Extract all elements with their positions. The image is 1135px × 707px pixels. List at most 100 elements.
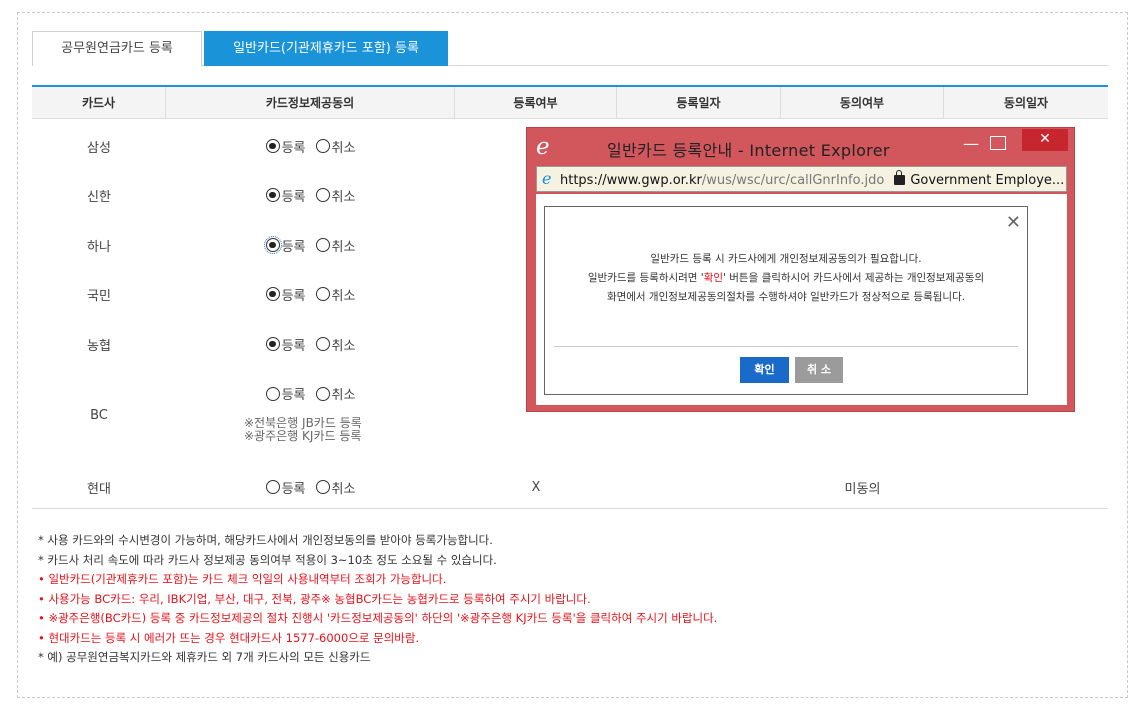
radio-register-label: 등록 (281, 388, 306, 403)
radio-register-circle[interactable] (265, 480, 280, 494)
card-name: 국민 (87, 288, 111, 304)
notice-dialog: ✕ 일반카드 등록 시 카드사에게 개인정보제공동의가 필요합니다. 일반카드를… (544, 206, 1028, 395)
radio-register-circle[interactable] (265, 188, 280, 202)
radio-cancel[interactable]: 취소 (315, 478, 356, 497)
radio-register[interactable]: 등록 (265, 335, 306, 354)
note-item: * 예) 공무원연금복지카드와 제휴카드 외 7개 카드사의 모든 신용카드 (38, 650, 371, 664)
col-info-consent: 카드정보제공동의 (166, 87, 455, 118)
notes-list: * 사용 카드와의 수시변경이 가능하며, 해당카드사에서 개인정보동의를 받아… (38, 531, 1098, 668)
card-name: 삼성 (87, 140, 111, 156)
radio-register-label: 등록 (281, 239, 306, 255)
radio-register[interactable]: 등록 (265, 285, 306, 304)
col-consent-date: 동의일자 (1003, 96, 1049, 110)
col-registered-date: 등록일자 (617, 87, 781, 118)
radio-register-circle[interactable] (265, 337, 280, 351)
radio-register[interactable]: 등록 (265, 186, 306, 205)
radio-register[interactable]: 등록 (263, 236, 306, 255)
maximize-icon[interactable] (990, 136, 1006, 150)
tab-general-card[interactable]: 일반카드(기관제휴카드 포함) 등록 (204, 31, 448, 66)
confirm-button[interactable]: 확인 (740, 357, 789, 383)
dialog-close-icon[interactable]: ✕ (1006, 212, 1021, 233)
card-name: 농협 (87, 338, 111, 354)
radio-cancel[interactable]: 취소 (315, 384, 356, 403)
tab-bar: 공무원연금카드 등록 일반카드(기관제휴카드 포함) 등록 (32, 31, 1108, 66)
radio-cancel-label: 취소 (331, 140, 356, 156)
lock-icon (894, 170, 906, 185)
card-name: BC (90, 407, 108, 423)
url-domain: https://www.gwp.or.kr (560, 173, 702, 188)
radio-register[interactable]: 등록 (265, 384, 306, 403)
radio-register-label: 등록 (281, 481, 306, 497)
ie-page-icon: e (542, 169, 552, 188)
tab-public-pension-card[interactable]: 공무원연금카드 등록 (32, 31, 202, 66)
dialog-message: 일반카드 등록 시 카드사에게 개인정보제공동의가 필요합니다. 일반카드를 등… (545, 250, 1027, 307)
radio-cancel[interactable]: 취소 (315, 236, 356, 255)
consent-status: 미동의 (844, 481, 881, 497)
consent-radios: 등록 취소 (166, 186, 455, 205)
radio-cancel-circle[interactable] (315, 337, 330, 351)
table-header: 카드사 카드정보제공동의 등록여부 등록일자 동의여부 동의일자 (32, 85, 1108, 119)
ie-titlebar[interactable]: e 일반카드 등록안내 - Internet Explorer — ✕ (527, 128, 1074, 166)
popup-content: ✕ 일반카드 등록 시 카드사에게 개인정보제공동의가 필요합니다. 일반카드를… (536, 194, 1067, 405)
radio-cancel-label: 취소 (331, 338, 356, 354)
radio-cancel-circle[interactable] (315, 386, 330, 401)
minimize-icon[interactable]: — (961, 136, 981, 154)
radio-cancel-circle[interactable] (315, 287, 330, 301)
table-row: 현대 등록 취소 X 미동의 (32, 475, 1108, 499)
col-card-company: 카드사 (32, 87, 166, 118)
note-item: • 일반카드(기관제휴카드 포함)는 카드 체크 익일의 사용내역부터 조회가 … (38, 572, 447, 586)
note-item: • 현대카드는 등록 시 에러가 뜨는 경우 현대카드사 1577-6000으로… (38, 630, 420, 645)
radio-cancel-label: 취소 (331, 481, 356, 497)
radio-register[interactable]: 등록 (265, 137, 306, 156)
radio-cancel[interactable]: 취소 (315, 335, 356, 354)
message-line-2: 일반카드를 등록하시려면 '확인' 버튼을 클릭하시어 카드사에서 제공하는 개… (545, 269, 1027, 288)
card-name: 신한 (87, 189, 111, 205)
radio-register-label: 등록 (281, 140, 306, 156)
table-bottom-divider (32, 508, 1108, 509)
ie-popup-window: e 일반카드 등록안내 - Internet Explorer — ✕ e htt… (526, 127, 1075, 412)
radio-cancel-label: 취소 (331, 388, 356, 403)
radio-cancel-circle[interactable] (315, 139, 330, 153)
ie-logo-icon: e (536, 134, 550, 160)
cancel-button[interactable]: 취 소 (795, 357, 843, 383)
dialog-divider (554, 346, 1018, 347)
radio-cancel-circle[interactable] (315, 480, 330, 494)
radio-cancel-label: 취소 (331, 239, 356, 255)
radio-cancel-circle[interactable] (315, 238, 330, 252)
note-item: * 카드사 처리 속도에 따라 카드사 정보제공 동의여부 적용이 3~10초 … (38, 552, 497, 567)
url-path: /wus/wsc/urc/callGnrInfo.jdo (701, 173, 885, 188)
radio-cancel[interactable]: 취소 (315, 137, 356, 156)
consent-radios: 등록 취소 (166, 478, 455, 497)
radio-cancel-circle[interactable] (315, 188, 330, 202)
bc-note: ※전북은행 JB카드 등록 ※광주은행 KJ카드 등록 (166, 417, 455, 443)
note-item: • 사용가능 BC카드: 우리, IBK기업, 부산, 대구, 전북, 광주※ … (38, 591, 591, 606)
radio-register-label: 등록 (281, 189, 306, 205)
consent-radios: 등록 취소 (166, 236, 455, 255)
site-organization: Government Employe... (910, 173, 1065, 188)
message-line-2-end: ' 버튼을 클릭하시어 카드사에서 제공하는 개인정보제공동의 (723, 272, 985, 284)
radio-register-label: 등록 (281, 338, 306, 354)
registered-status: X (531, 479, 541, 495)
message-line-2-start: 일반카드를 등록하시려면 ' (587, 272, 704, 284)
ie-window-title: 일반카드 등록안내 - Internet Explorer (607, 141, 890, 160)
radio-register-circle[interactable] (265, 386, 280, 401)
radio-cancel-label: 취소 (331, 189, 356, 205)
radio-register-circle[interactable] (265, 139, 280, 153)
radio-cancel[interactable]: 취소 (315, 186, 356, 205)
message-line-1: 일반카드 등록 시 카드사에게 개인정보제공동의가 필요합니다. (650, 253, 922, 265)
consent-radios: 등록 취소 (166, 335, 455, 354)
col-consent: 동의여부 (781, 87, 944, 118)
message-confirm-highlight: 확인 (703, 272, 724, 284)
radio-cancel[interactable]: 취소 (315, 285, 356, 304)
consent-radios: 등록 취소 (166, 285, 455, 304)
radio-register[interactable]: 등록 (265, 478, 306, 497)
radio-register-circle[interactable] (263, 236, 282, 254)
consent-radios: 등록 취소 ※전북은행 JB카드 등록 ※광주은행 KJ카드 등록 (166, 380, 455, 443)
address-bar[interactable]: e https://www.gwp.or.kr/wus/wsc/urc/callG… (536, 166, 1067, 192)
radio-register-circle[interactable] (265, 287, 280, 301)
consent-radios: 등록 취소 (166, 137, 455, 156)
radio-cancel-label: 취소 (331, 288, 356, 304)
kj-card-register-link[interactable]: ※광주은행 KJ카드 등록 (244, 430, 455, 443)
close-icon[interactable]: ✕ (1022, 129, 1068, 151)
note-item: • ※광주은행(BC카드) 등록 중 카드정보제공의 절차 진행시 '카드정보제… (38, 611, 718, 625)
